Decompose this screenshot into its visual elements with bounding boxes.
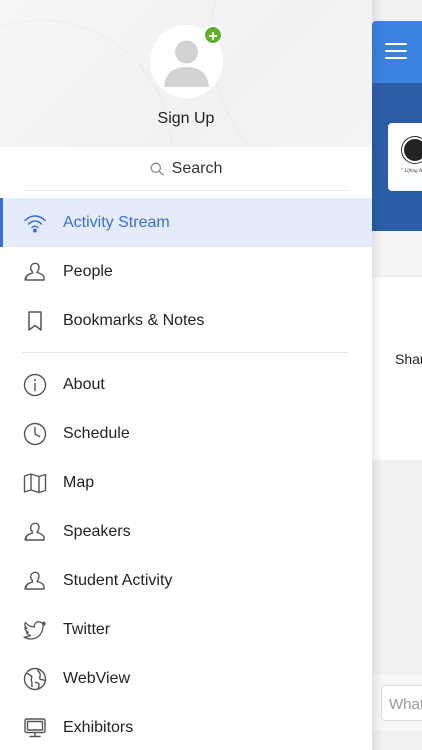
hamburger-menu-icon[interactable] bbox=[385, 43, 407, 61]
menu-item-about[interactable]: About bbox=[0, 360, 372, 409]
menu-item-label: Student Activity bbox=[63, 571, 173, 589]
wifi-icon bbox=[23, 211, 47, 235]
search-icon bbox=[150, 162, 164, 176]
menu-item-label: Schedule bbox=[63, 424, 130, 442]
search-label: Search bbox=[171, 160, 223, 177]
menu-item-label: Activity Stream bbox=[63, 213, 170, 231]
twitter-icon bbox=[23, 618, 47, 642]
monitor-icon bbox=[23, 716, 47, 740]
add-photo-badge[interactable]: + bbox=[203, 25, 223, 45]
menu-item-speakers[interactable]: Speakers bbox=[0, 507, 372, 556]
menu-item-label: About bbox=[63, 375, 105, 393]
menu-item-label: WebView bbox=[63, 669, 130, 687]
sign-up-link[interactable]: Sign Up bbox=[0, 110, 372, 128]
menu-item-label: Twitter bbox=[63, 620, 111, 638]
drawer-edge-shadow bbox=[372, 0, 382, 750]
seal-icon bbox=[402, 137, 422, 163]
profile-header: + Sign Up bbox=[0, 0, 372, 147]
menu-divider bbox=[22, 352, 348, 353]
side-drawer: + Sign Up Search Activity Stream People … bbox=[0, 0, 372, 750]
clock-icon bbox=[23, 422, 47, 446]
menu-item-label: Speakers bbox=[63, 522, 131, 540]
drawer-menu: Activity Stream People Bookmarks & Notes bbox=[0, 198, 372, 750]
menu-item-schedule[interactable]: Schedule bbox=[0, 409, 372, 458]
menu-item-label: Bookmarks & Notes bbox=[63, 311, 205, 329]
menu-item-people[interactable]: People bbox=[0, 247, 372, 296]
menu-item-map[interactable]: Map bbox=[0, 458, 372, 507]
banner-motto: " Lifting A bbox=[401, 169, 422, 174]
info-icon bbox=[23, 373, 47, 397]
person-icon bbox=[23, 569, 47, 593]
map-icon bbox=[23, 471, 47, 495]
share-text: Shar bbox=[395, 351, 422, 367]
search-bar[interactable]: Search bbox=[24, 148, 348, 191]
menu-item-student-activity[interactable]: Student Activity bbox=[0, 556, 372, 605]
menu-item-bookmarks-notes[interactable]: Bookmarks & Notes bbox=[0, 296, 372, 345]
bookmark-icon bbox=[23, 309, 47, 333]
comment-input[interactable]: What bbox=[381, 685, 422, 721]
menu-item-label: Map bbox=[63, 473, 95, 491]
menu-item-exhibitors[interactable]: Exhibitors bbox=[0, 703, 372, 750]
globe-icon bbox=[23, 667, 47, 691]
menu-item-twitter[interactable]: Twitter bbox=[0, 605, 372, 654]
menu-item-label: People bbox=[63, 262, 113, 280]
person-icon bbox=[23, 260, 47, 284]
menu-item-label: Exhibitors bbox=[63, 718, 134, 736]
menu-item-activity-stream[interactable]: Activity Stream bbox=[0, 198, 372, 247]
speakers-icon bbox=[23, 520, 47, 544]
event-logo: " Lifting A bbox=[388, 123, 422, 191]
menu-item-webview[interactable]: WebView bbox=[0, 654, 372, 703]
